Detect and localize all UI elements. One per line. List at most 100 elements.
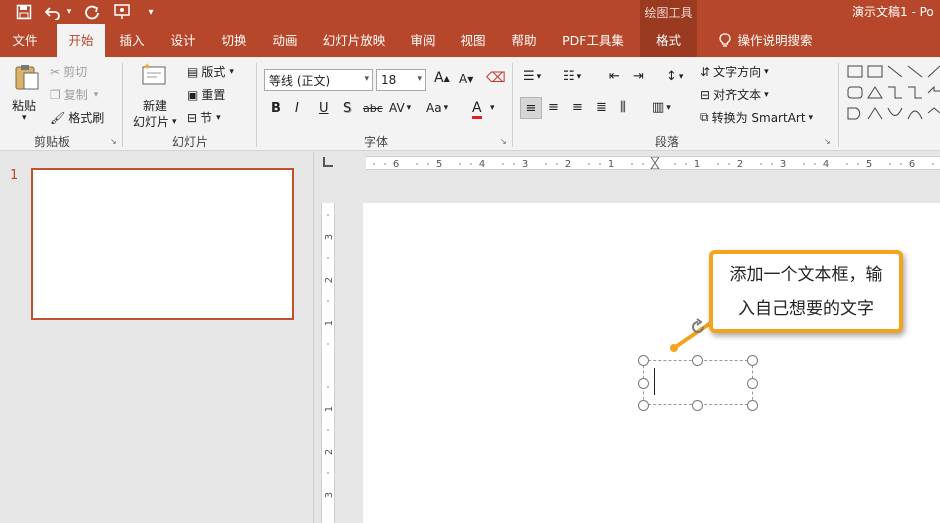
grow-font-button[interactable]: A ▲: [434, 70, 450, 86]
paste-button[interactable]: 粘贴: [12, 97, 36, 114]
new-slide-label-1[interactable]: 新建: [143, 97, 167, 114]
tab-selector-icon[interactable]: [323, 157, 333, 167]
line-spacing-dropdown-icon[interactable]: ▾: [679, 72, 684, 82]
convert-smartart-button[interactable]: ⧉ 转换为 SmartArt ▾: [700, 109, 813, 126]
numbering-dropdown-icon[interactable]: ▾: [577, 72, 582, 82]
text-direction-button[interactable]: ⇵ 文字方向 ▾: [700, 63, 769, 80]
bold-button[interactable]: B: [271, 101, 281, 116]
font-size-combo[interactable]: 18 ▾: [376, 69, 426, 91]
underline-button[interactable]: U: [319, 101, 329, 116]
align-text-icon: ⊟: [700, 87, 711, 102]
align-left-icon[interactable]: ≡: [520, 97, 542, 119]
undo-icon[interactable]: [44, 2, 62, 22]
clipboard-launcher-icon[interactable]: ↘: [110, 137, 117, 146]
resize-handle-left[interactable]: [638, 378, 649, 389]
align-center-icon[interactable]: ≡: [548, 100, 559, 115]
font-name-value: 等线 (正文): [269, 73, 331, 88]
layout-dropdown-icon[interactable]: ▾: [229, 67, 234, 77]
tab-view[interactable]: 视图: [452, 24, 494, 57]
vertical-ruler[interactable]: 3 2 1 1 2 3: [321, 203, 335, 523]
strikethrough-button[interactable]: abc: [363, 102, 383, 115]
tab-insert[interactable]: 插入: [111, 24, 153, 57]
font-size-dropdown-icon[interactable]: ▾: [417, 74, 422, 84]
section-button[interactable]: ⊟ 节 ▾: [187, 109, 221, 126]
customize-qat-icon[interactable]: ▾: [144, 2, 158, 22]
clear-formatting-icon[interactable]: ⌫: [486, 70, 506, 86]
resize-handle-top[interactable]: [692, 355, 703, 366]
bullets-dropdown-icon[interactable]: ▾: [537, 72, 542, 82]
redo-icon[interactable]: [82, 2, 102, 22]
numbering-icon[interactable]: ☷ ▾: [563, 69, 581, 84]
font-name-dropdown-icon[interactable]: ▾: [364, 74, 369, 84]
case-dropdown-icon[interactable]: ▾: [444, 103, 449, 113]
resize-handle-bottom-right[interactable]: [747, 400, 758, 411]
tell-me-search[interactable]: 操作说明搜索: [708, 24, 824, 57]
resize-handle-bottom-left[interactable]: [638, 400, 649, 411]
present-from-start-icon[interactable]: [111, 2, 133, 22]
paragraph-launcher-icon[interactable]: ↘: [824, 137, 831, 146]
tab-file[interactable]: 文件: [0, 24, 50, 57]
align-right-icon[interactable]: ≡: [572, 100, 583, 115]
paste-icon[interactable]: [12, 63, 42, 91]
format-painter-button[interactable]: 🖌 格式刷: [50, 109, 104, 126]
shapes-gallery[interactable]: [846, 63, 940, 127]
tab-format[interactable]: 格式: [640, 24, 697, 57]
slide-thumbnail[interactable]: [31, 168, 294, 320]
cut-button[interactable]: ✂ 剪切: [50, 63, 87, 80]
columns-dropdown-icon[interactable]: ▾: [666, 103, 671, 113]
bullets-icon[interactable]: ☰ ▾: [523, 69, 541, 84]
change-case-button[interactable]: Aa ▾: [426, 101, 448, 115]
resize-handle-bottom[interactable]: [692, 400, 703, 411]
section-dropdown-icon[interactable]: ▾: [216, 113, 221, 123]
italic-button[interactable]: I: [295, 101, 299, 116]
resize-handle-right[interactable]: [747, 378, 758, 389]
columns-icon[interactable]: ▥ ▾: [652, 100, 671, 115]
layout-button[interactable]: ▤ 版式 ▾: [187, 63, 234, 80]
align-text-dropdown-icon[interactable]: ▾: [764, 90, 769, 100]
tab-review[interactable]: 审阅: [402, 24, 444, 57]
distributed-icon[interactable]: ⫼: [620, 100, 626, 115]
grow-font-icon: ▲: [443, 73, 450, 83]
new-slide-dropdown-icon[interactable]: ▾: [172, 117, 177, 127]
align-text-button[interactable]: ⊟ 对齐文本 ▾: [700, 86, 769, 103]
ruler-tick: 3: [324, 234, 334, 240]
clipboard-group-label: 剪贴板: [34, 135, 71, 149]
font-color-button[interactable]: A: [472, 99, 482, 119]
tab-slideshow[interactable]: 幻灯片放映: [318, 24, 390, 57]
section-icon: ⊟: [187, 110, 198, 125]
decrease-indent-icon[interactable]: ⇤: [609, 69, 620, 84]
character-spacing-button[interactable]: AV ▾: [389, 101, 411, 115]
line-spacing-icon[interactable]: ↕ ▾: [666, 69, 683, 84]
tab-home[interactable]: 开始: [57, 24, 105, 57]
reset-icon: ▣: [187, 87, 199, 102]
spacing-dropdown-icon[interactable]: ▾: [407, 103, 412, 113]
reset-button[interactable]: ▣ 重置: [187, 86, 225, 103]
shrink-font-button[interactable]: A ▼: [459, 72, 473, 86]
resize-handle-top-left[interactable]: [638, 355, 649, 366]
title-bar: ▾ ▾ 绘图工具 演示文稿1 - Po: [0, 0, 940, 24]
horizontal-ruler[interactable]: 6 5 4 3 2 1 1 2 3 4 5 6: [366, 156, 940, 170]
tab-animations[interactable]: 动画: [264, 24, 306, 57]
smartart-dropdown-icon[interactable]: ▾: [809, 113, 814, 123]
copy-dropdown-icon[interactable]: ▾: [94, 90, 99, 100]
text-direction-dropdown-icon[interactable]: ▾: [764, 67, 769, 77]
font-name-combo[interactable]: 等线 (正文) ▾: [264, 69, 373, 91]
copy-button[interactable]: ❐ 复制 ▾: [50, 86, 98, 103]
tab-pdf-tools[interactable]: PDF工具集: [557, 24, 629, 57]
undo-dropdown-icon[interactable]: ▾: [64, 2, 74, 22]
new-slide-label-2[interactable]: 幻灯片 ▾: [133, 113, 177, 130]
text-box[interactable]: [643, 360, 753, 405]
font-launcher-icon[interactable]: ↘: [500, 137, 507, 146]
tab-transitions[interactable]: 切换: [213, 24, 255, 57]
font-color-dropdown-icon[interactable]: ▾: [490, 103, 495, 113]
tab-design[interactable]: 设计: [162, 24, 204, 57]
rotate-handle-icon[interactable]: [688, 317, 708, 340]
paste-dropdown-icon[interactable]: ▾: [22, 113, 27, 123]
justify-icon[interactable]: ≣: [596, 100, 607, 115]
increase-indent-icon[interactable]: ⇥: [633, 69, 644, 84]
save-icon[interactable]: [14, 2, 34, 22]
text-shadow-button[interactable]: S: [343, 101, 351, 116]
tab-help[interactable]: 帮助: [503, 24, 545, 57]
new-slide-icon[interactable]: ✦: [140, 61, 168, 87]
resize-handle-top-right[interactable]: [747, 355, 758, 366]
